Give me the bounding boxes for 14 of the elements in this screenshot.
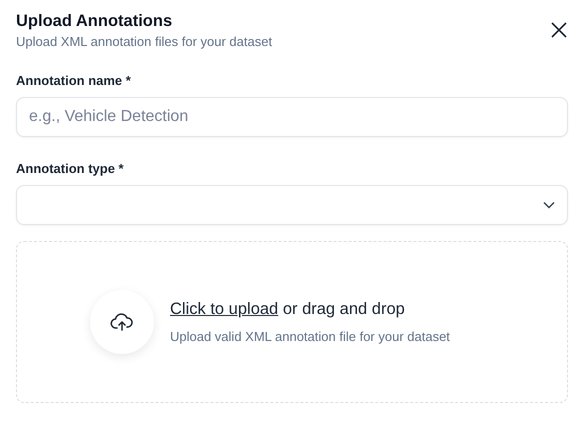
input-field[interactable]: e.g., Vehicle Detection <box>16 97 568 137</box>
close-icon <box>550 20 568 38</box>
dialog-subtitle: Upload XML annotation files for your dataset <box>16 34 272 49</box>
field-label: Annotation name * <box>16 73 132 88</box>
chevron-down-icon <box>543 201 555 209</box>
dialog-title: Upload Annotations <box>16 11 174 32</box>
field-label: Annotation type * <box>16 161 125 176</box>
select-field[interactable] <box>16 185 568 225</box>
upload-link[interactable]: Click to upload <box>170 300 278 318</box>
upload-hint: Upload valid XML annotation file for your dataset <box>170 329 450 344</box>
drop-zone[interactable]: Click to upload or drag and drop Upload valid XML annotation file for your dataset <box>16 241 568 403</box>
upload-prompt: Click to upload or drag and drop <box>170 300 406 319</box>
cloud-upload-icon <box>110 312 134 332</box>
close-button[interactable] <box>550 20 568 38</box>
